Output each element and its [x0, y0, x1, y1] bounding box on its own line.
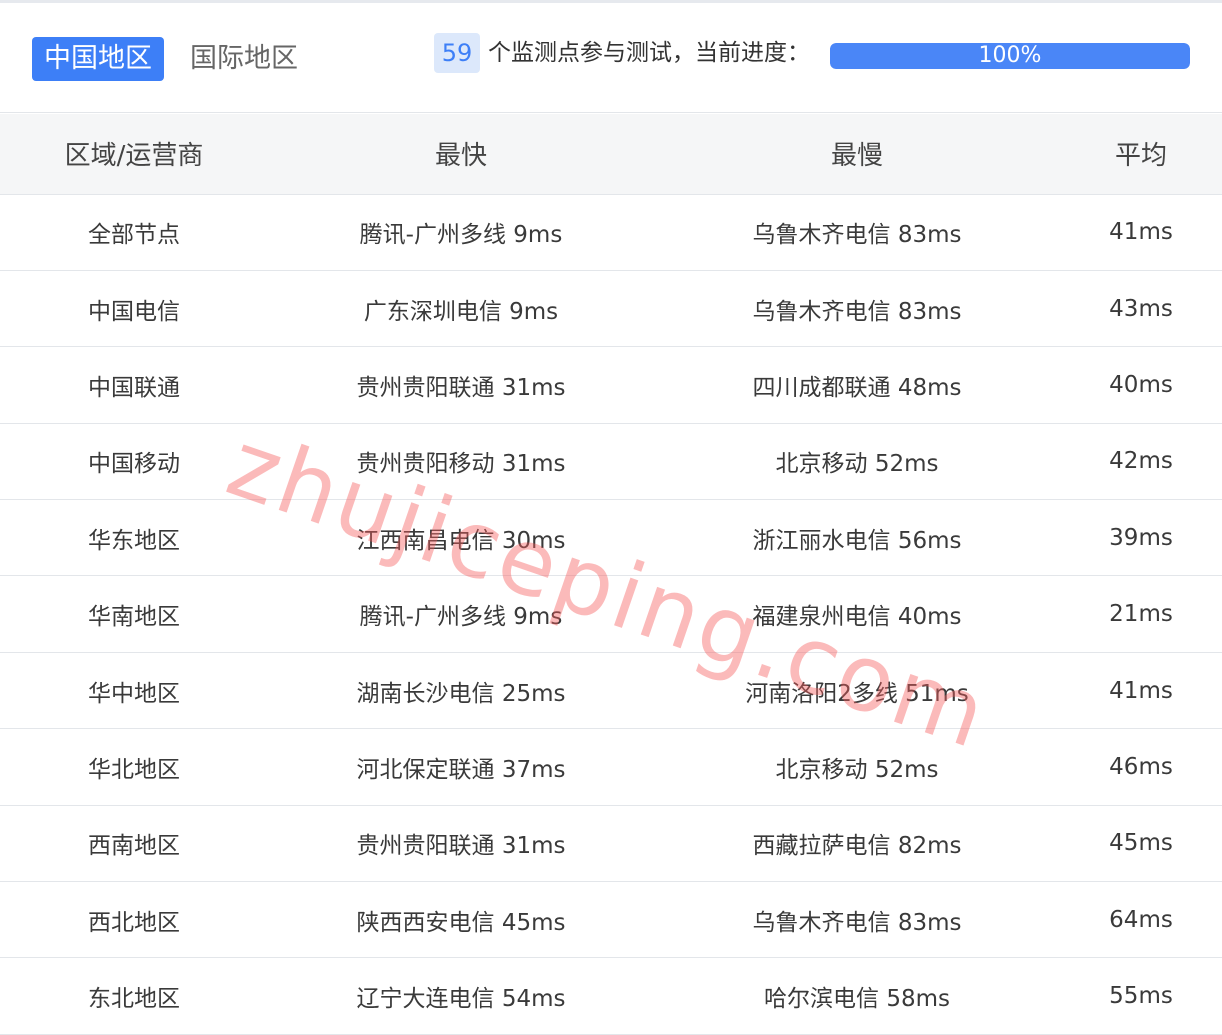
- region-cell: 中国联通: [0, 346, 268, 424]
- average-cell: 43ms: [1060, 270, 1222, 348]
- column-header-slowest: 最慢: [654, 114, 1060, 195]
- region-cell: 中国移动: [0, 423, 268, 501]
- slowest-cell: 四川成都联通 48ms: [654, 346, 1060, 424]
- progress-percent: 100%: [978, 43, 1042, 68]
- monitor-count-badge: 59: [434, 33, 480, 73]
- fastest-cell: 江西南昌电信 30ms: [268, 499, 654, 577]
- average-cell: 55ms: [1060, 957, 1222, 1035]
- column-header-region: 区域/运营商: [0, 114, 268, 195]
- test-header: 中国地区 国际地区 59 个监测点参与测试，当前进度： 100%: [0, 3, 1222, 113]
- column-header-fastest: 最快: [268, 114, 654, 195]
- slowest-cell: 河南洛阳2多线 51ms: [654, 652, 1060, 730]
- table-row: 华中地区 湖南长沙电信 25ms 河南洛阳2多线 51ms 41ms: [0, 652, 1222, 730]
- table-header-row: 区域/运营商 最快 最慢 平均: [0, 114, 1222, 195]
- progress-bar: 100%: [830, 43, 1190, 69]
- fastest-cell: 湖南长沙电信 25ms: [268, 652, 654, 730]
- region-cell: 中国电信: [0, 270, 268, 348]
- slowest-cell: 乌鲁木齐电信 83ms: [654, 881, 1060, 959]
- table-row: 中国电信 广东深圳电信 9ms 乌鲁木齐电信 83ms 43ms: [0, 270, 1222, 348]
- fastest-cell: 贵州贵阳联通 31ms: [268, 346, 654, 424]
- average-cell: 64ms: [1060, 881, 1222, 959]
- slowest-cell: 西藏拉萨电信 82ms: [654, 805, 1060, 883]
- fastest-cell: 贵州贵阳移动 31ms: [268, 423, 654, 501]
- slowest-cell: 福建泉州电信 40ms: [654, 575, 1060, 653]
- slowest-cell: 北京移动 52ms: [654, 728, 1060, 806]
- table-row: 中国联通 贵州贵阳联通 31ms 四川成都联通 48ms 40ms: [0, 346, 1222, 424]
- fastest-cell: 广东深圳电信 9ms: [268, 270, 654, 348]
- table-row: 华南地区 腾讯-广州多线 9ms 福建泉州电信 40ms 21ms: [0, 575, 1222, 653]
- slowest-cell: 乌鲁木齐电信 83ms: [654, 194, 1060, 271]
- fastest-cell: 辽宁大连电信 54ms: [268, 957, 654, 1035]
- fastest-cell: 腾讯-广州多线 9ms: [268, 575, 654, 653]
- region-cell: 西南地区: [0, 805, 268, 883]
- fastest-cell: 河北保定联通 37ms: [268, 728, 654, 806]
- progress-label: 个监测点参与测试，当前进度：: [488, 40, 810, 66]
- region-cell: 全部节点: [0, 194, 268, 271]
- table-row: 华北地区 河北保定联通 37ms 北京移动 52ms 46ms: [0, 728, 1222, 806]
- average-cell: 45ms: [1060, 805, 1222, 883]
- column-header-average: 平均: [1060, 114, 1222, 195]
- average-cell: 21ms: [1060, 575, 1222, 653]
- region-cell: 华南地区: [0, 575, 268, 653]
- table-body: 全部节点 腾讯-广州多线 9ms 乌鲁木齐电信 83ms 41ms 中国电信 广东深圳电信…: [0, 194, 1222, 1035]
- results-table: 区域/运营商 最快 最慢 平均 全部节点 腾讯-广州多线 9ms 乌鲁木齐电信 83…: [0, 114, 1222, 1035]
- table-row: 全部节点 腾讯-广州多线 9ms 乌鲁木齐电信 83ms 41ms: [0, 194, 1222, 271]
- table-row: 中国移动 贵州贵阳移动 31ms 北京移动 52ms 42ms: [0, 423, 1222, 501]
- tab-china-region[interactable]: 中国地区: [32, 37, 164, 81]
- table-row: 西北地区 陕西西安电信 45ms 乌鲁木齐电信 83ms 64ms: [0, 881, 1222, 959]
- fastest-cell: 贵州贵阳联通 31ms: [268, 805, 654, 883]
- table-row: 华东地区 江西南昌电信 30ms 浙江丽水电信 56ms 39ms: [0, 499, 1222, 577]
- average-cell: 41ms: [1060, 194, 1222, 271]
- tab-international-region[interactable]: 国际地区: [180, 37, 308, 81]
- average-cell: 41ms: [1060, 652, 1222, 730]
- region-cell: 东北地区: [0, 957, 268, 1035]
- average-cell: 46ms: [1060, 728, 1222, 806]
- slowest-cell: 北京移动 52ms: [654, 423, 1060, 501]
- slowest-cell: 浙江丽水电信 56ms: [654, 499, 1060, 577]
- region-cell: 华东地区: [0, 499, 268, 577]
- table-row: 西南地区 贵州贵阳联通 31ms 西藏拉萨电信 82ms 45ms: [0, 805, 1222, 883]
- region-cell: 华北地区: [0, 728, 268, 806]
- region-cell: 西北地区: [0, 881, 268, 959]
- fastest-cell: 陕西西安电信 45ms: [268, 881, 654, 959]
- table-row: 东北地区 辽宁大连电信 54ms 哈尔滨电信 58ms 55ms: [0, 957, 1222, 1035]
- average-cell: 39ms: [1060, 499, 1222, 577]
- page: 中国地区 国际地区 59 个监测点参与测试，当前进度： 100% 区域/运营商 …: [0, 0, 1222, 1035]
- slowest-cell: 乌鲁木齐电信 83ms: [654, 270, 1060, 348]
- average-cell: 42ms: [1060, 423, 1222, 501]
- slowest-cell: 哈尔滨电信 58ms: [654, 957, 1060, 1035]
- average-cell: 40ms: [1060, 346, 1222, 424]
- region-cell: 华中地区: [0, 652, 268, 730]
- fastest-cell: 腾讯-广州多线 9ms: [268, 194, 654, 271]
